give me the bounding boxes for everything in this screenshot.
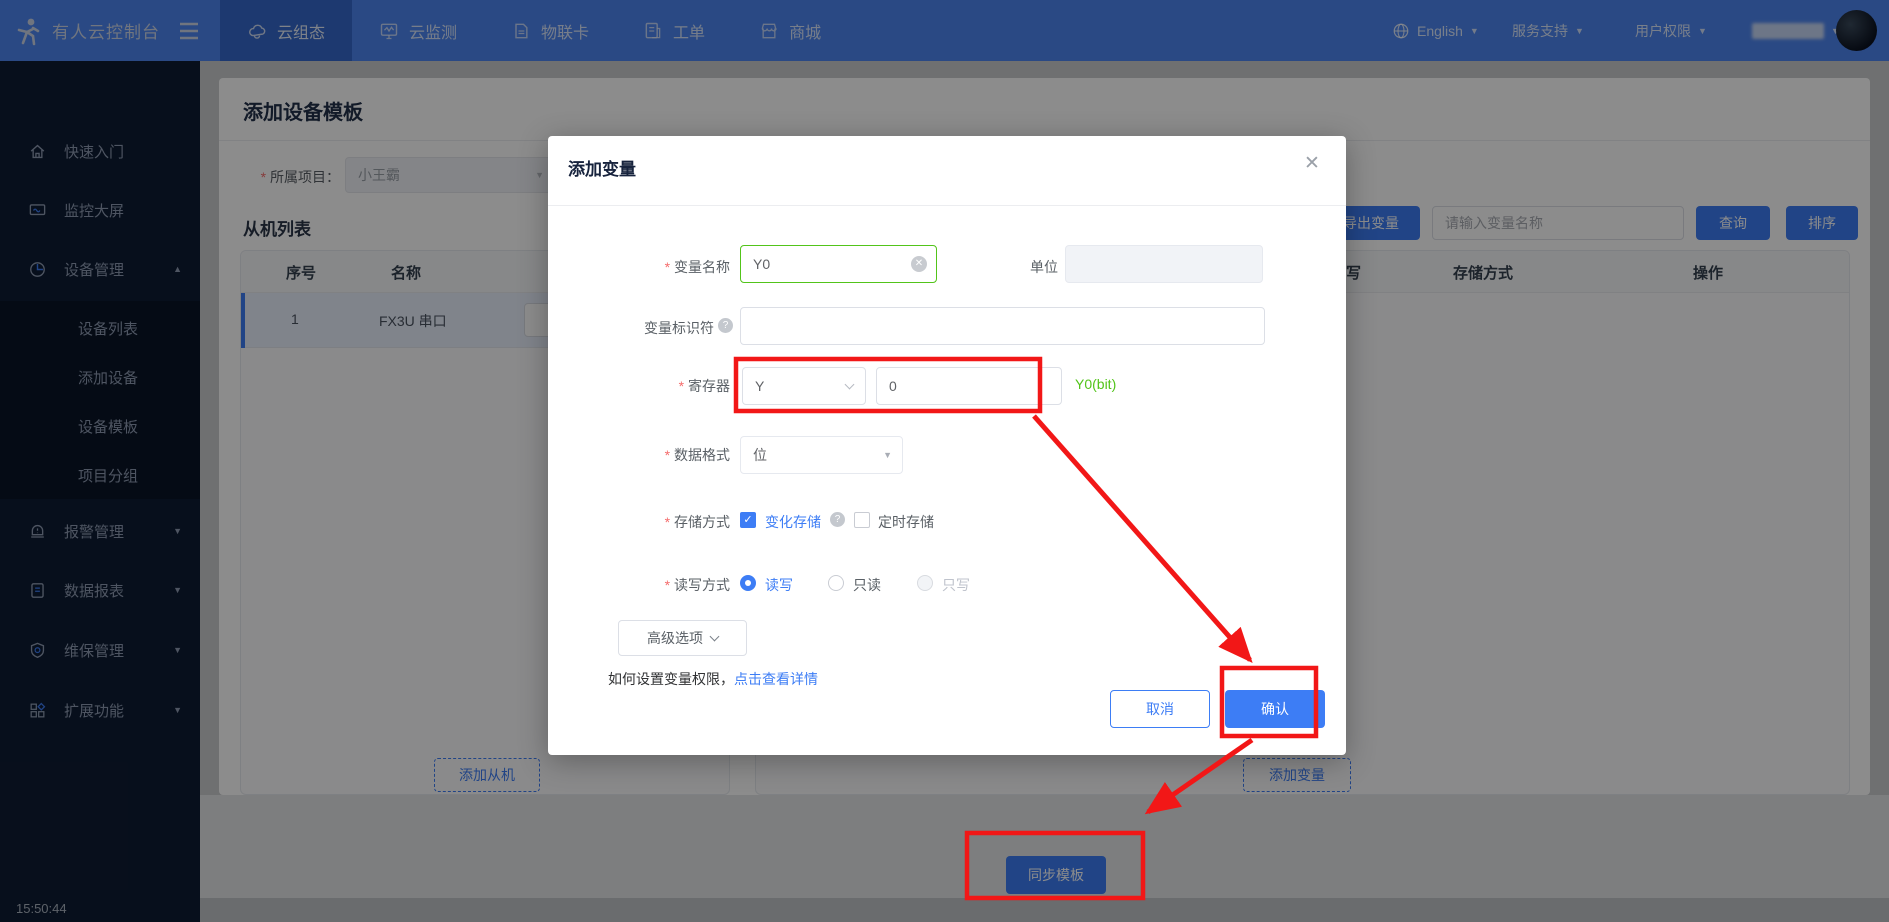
storage-label: 存储方式 xyxy=(548,512,730,532)
permission-help-text: 如何设置变量权限，点击查看详情 xyxy=(608,669,818,689)
unit-value xyxy=(1066,256,1262,272)
variable-name-input[interactable]: ✕ xyxy=(740,245,937,283)
divider xyxy=(548,205,1346,206)
rw-label: 读写方式 xyxy=(548,575,730,595)
add-variable-modal: 添加变量 ✕ 变量名称 ✕ 单位 变量标识符 ? 寄存器 Y0(bit) 数据格… xyxy=(548,136,1346,755)
identifier-value[interactable] xyxy=(741,318,1264,334)
register-type-select[interactable] xyxy=(742,367,866,405)
name-label: 变量名称 xyxy=(548,257,730,277)
timed-storage-option[interactable]: 定时存储 xyxy=(878,512,934,532)
register-address-input[interactable] xyxy=(876,367,1062,405)
unit-input xyxy=(1065,245,1263,283)
radio-read-only[interactable] xyxy=(828,575,844,591)
data-format-value[interactable] xyxy=(741,447,902,463)
app-root: 有人云控制台 云组态 云监测 物联卡 工单 xyxy=(0,0,1889,922)
advanced-options-button[interactable]: 高级选项 xyxy=(618,620,747,656)
help-text: 如何设置变量权限， xyxy=(608,671,734,687)
read-write-option[interactable]: 读写 xyxy=(765,575,793,595)
chevron-down-icon: ▼ xyxy=(883,450,892,460)
confirm-button[interactable]: 确认 xyxy=(1225,690,1325,728)
radio-write-only-disabled xyxy=(917,575,933,591)
radio-read-write-selected[interactable] xyxy=(740,575,756,591)
checkbox-change-storage-checked[interactable]: ✓ xyxy=(740,512,756,528)
register-label: 寄存器 xyxy=(548,376,730,396)
close-icon[interactable]: ✕ xyxy=(1304,152,1320,175)
chevron-down-icon xyxy=(710,631,720,641)
advanced-options-label: 高级选项 xyxy=(647,628,703,648)
change-storage-option[interactable]: 变化存储 xyxy=(765,512,821,532)
help-details-link[interactable]: 点击查看详情 xyxy=(734,671,818,687)
clear-input-icon[interactable]: ✕ xyxy=(911,256,927,272)
identifier-input[interactable] xyxy=(740,307,1265,345)
register-address-value[interactable] xyxy=(877,378,1061,394)
help-question-icon[interactable]: ? xyxy=(830,512,845,527)
checkbox-timed-storage-unchecked[interactable] xyxy=(854,512,870,528)
register-preview: Y0(bit) xyxy=(1075,376,1116,392)
variable-name-value[interactable] xyxy=(741,256,936,272)
unit-label: 单位 xyxy=(948,257,1058,277)
modal-title: 添加变量 xyxy=(568,155,636,180)
write-only-option: 只写 xyxy=(942,575,970,595)
data-format-select[interactable]: ▼ xyxy=(740,436,903,474)
read-only-option[interactable]: 只读 xyxy=(853,575,881,595)
help-question-icon[interactable]: ? xyxy=(718,318,733,333)
identifier-label: 变量标识符 xyxy=(548,318,714,338)
format-label: 数据格式 xyxy=(548,445,730,465)
cancel-button[interactable]: 取消 xyxy=(1110,690,1210,728)
